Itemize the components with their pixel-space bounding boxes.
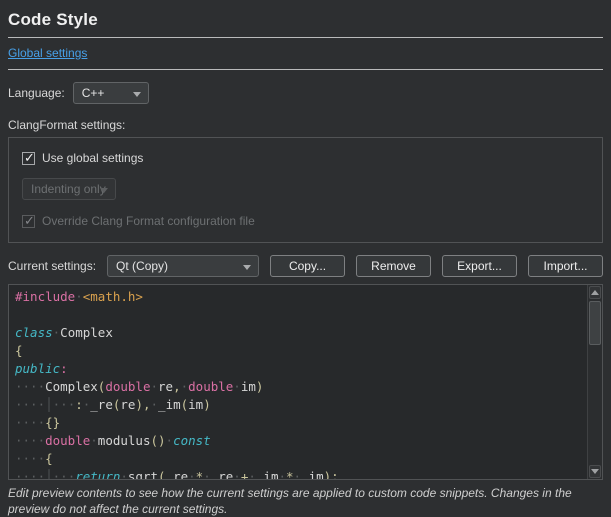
language-label: Language: [8,86,65,100]
chevron-down-icon [133,92,141,97]
code-line: { [15,342,587,360]
current-settings-value: Qt (Copy) [116,259,168,273]
use-global-settings-label: Use global settings [42,151,143,165]
code-line: public: [15,360,587,378]
scroll-up-button[interactable] [589,286,601,299]
clangformat-settings-label: ClangFormat settings: [8,118,603,132]
link-separator [8,69,603,70]
override-clangformat-label: Override Clang Format configuration file [42,214,255,228]
code-line: class·Complex [15,324,587,342]
title-separator [8,37,603,38]
language-combobox-value: C++ [82,86,105,100]
scrollbar-thumb[interactable] [589,301,601,345]
arrow-down-icon [591,469,599,474]
chevron-down-icon [100,188,108,193]
clangformat-mode-value: Indenting only [31,182,106,196]
language-row: Language: C++ [8,82,603,104]
code-style-settings-page: Code Style Global settings Language: C++… [0,0,611,517]
code-line: ····{} [15,414,587,432]
scroll-down-button[interactable] [589,465,601,478]
language-combobox[interactable]: C++ [73,82,149,104]
code-preview-editor: #include·<math.h> class·Complex{public:·… [8,284,603,480]
current-settings-combobox[interactable]: Qt (Copy) [107,255,259,277]
current-settings-label: Current settings: [8,259,96,273]
code-line: #include·<math.h> [15,288,587,306]
remove-button[interactable]: Remove [356,255,431,277]
copy-button[interactable]: Copy... [270,255,345,277]
checkbox-check-icon [22,152,35,165]
global-settings-link[interactable]: Global settings [8,46,87,60]
code-line: ····Complex(double·re,·double·im) [15,378,587,396]
import-button[interactable]: Import... [528,255,603,277]
use-global-settings-checkbox[interactable]: Use global settings [22,151,589,165]
page-title: Code Style [8,10,603,30]
current-settings-row: Current settings: Qt (Copy) Copy... Remo… [8,255,603,277]
code-line: ····│···return·sqrt(_re·*·_re·+·_im·*·_i… [15,468,587,479]
code-line [15,306,587,324]
override-clangformat-checkbox[interactable]: Override Clang Format configuration file [22,214,589,228]
code-line: ····double·modulus()·const [15,432,587,450]
code-line: ····{ [15,450,587,468]
code-editor-content[interactable]: #include·<math.h> class·Complex{public:·… [9,285,587,479]
checkbox-check-icon [22,215,35,228]
clangformat-settings-group: Use global settings Indenting only Overr… [8,137,603,243]
chevron-down-icon [243,265,251,270]
preview-hint-text: Edit preview contents to see how the cur… [8,485,600,517]
code-line: ····│···:·_re(re),·_im(im) [15,396,587,414]
editor-vertical-scrollbar[interactable] [587,285,602,479]
arrow-up-icon [591,290,599,295]
export-button[interactable]: Export... [442,255,517,277]
clangformat-mode-combobox[interactable]: Indenting only [22,178,116,200]
